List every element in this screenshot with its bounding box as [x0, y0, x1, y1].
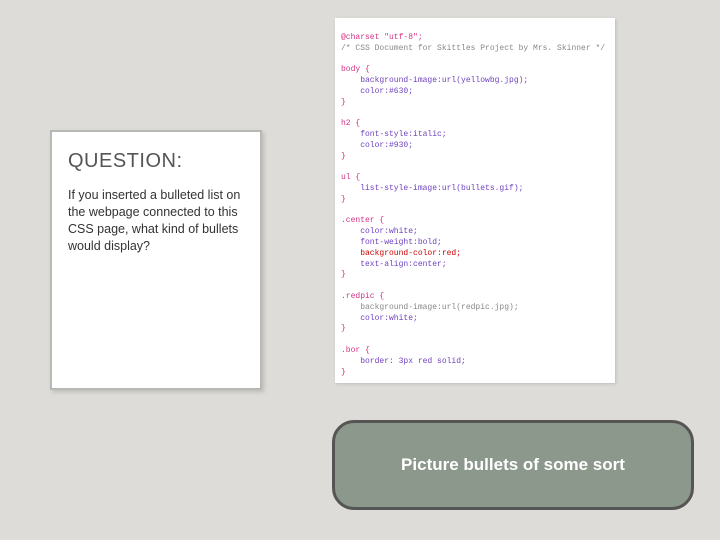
code-line: .center {: [341, 216, 384, 225]
question-box: QUESTION: If you inserted a bulleted lis…: [50, 130, 262, 390]
code-line: h2 {: [341, 119, 360, 128]
code-line: text-align:center;: [341, 260, 447, 269]
code-line: color:white;: [341, 227, 418, 236]
code-line: @charset "utf-8";: [341, 33, 423, 42]
answer-box: Picture bullets of some sort: [332, 420, 694, 510]
code-line: ul {: [341, 173, 360, 182]
code-line: font-weight:bold;: [341, 238, 442, 247]
code-line: list-style-image:url(bullets.gif);: [341, 184, 523, 193]
code-line: /* CSS Document for Skittles Project by …: [341, 44, 605, 53]
code-line: body {: [341, 65, 370, 74]
code-line: }: [341, 368, 346, 377]
code-line: .redpic {: [341, 292, 384, 301]
code-line: background-image:url(yellowbg.jpg);: [341, 76, 528, 85]
code-line: background-color:red;: [341, 249, 461, 258]
code-line: color:white;: [341, 314, 418, 323]
question-title: QUESTION:: [68, 150, 244, 173]
code-line: background-image:url(redpic.jpg);: [341, 303, 519, 312]
code-line: color:#630;: [341, 87, 413, 96]
answer-text: Picture bullets of some sort: [401, 455, 625, 475]
code-line: }: [341, 152, 346, 161]
code-line: font-style:italic;: [341, 130, 447, 139]
code-line: color:#930;: [341, 141, 413, 150]
question-body: If you inserted a bulleted list on the w…: [68, 187, 244, 255]
code-panel: @charset "utf-8"; /* CSS Document for Sk…: [335, 18, 615, 383]
code-line: border: 3px red solid;: [341, 357, 466, 366]
code-line: }: [341, 324, 346, 333]
code-line: }: [341, 195, 346, 204]
code-line: }: [341, 270, 346, 279]
code-line: .bor {: [341, 346, 370, 355]
code-line: }: [341, 98, 346, 107]
